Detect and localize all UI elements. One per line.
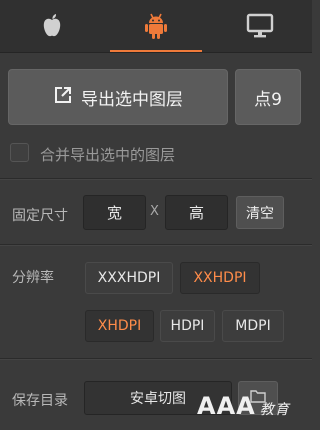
dpi-option-xxxhdpi[interactable]: XXXHDPI [85, 262, 173, 294]
export-icon [53, 85, 73, 110]
android-icon [144, 12, 168, 40]
watermark-logo: AAA 教育 [197, 392, 290, 420]
fixed-size-label: 固定尺寸 [12, 208, 68, 224]
resolution-label: 分辨率 [12, 270, 54, 286]
monitor-icon [246, 13, 274, 39]
export-button-label: 导出选中图层 [81, 89, 183, 110]
divider [0, 178, 312, 180]
tab-android[interactable] [104, 0, 208, 52]
tab-ios[interactable] [0, 0, 104, 52]
width-input[interactable]: 宽 [83, 195, 146, 230]
size-separator: X [150, 204, 159, 219]
clear-button[interactable]: 清空 [236, 196, 284, 229]
platform-tabs [0, 0, 312, 53]
export-selected-button[interactable]: 导出选中图层 [8, 69, 228, 125]
dpi-option-xhdpi[interactable]: XHDPI [85, 310, 154, 342]
save-dir-label: 保存目录 [12, 393, 68, 409]
dpi-option-xxhdpi[interactable]: XXHDPI [180, 262, 260, 294]
merge-layers-checkbox[interactable] [10, 143, 29, 162]
merge-layers-label: 合并导出选中的图层 [40, 146, 176, 164]
tab-desktop[interactable] [208, 0, 312, 52]
height-input[interactable]: 高 [165, 195, 228, 230]
apple-icon [41, 13, 63, 39]
divider [0, 358, 312, 360]
dpi-option-hdpi[interactable]: HDPI [160, 310, 215, 342]
dpi-option-mdpi[interactable]: MDPI [222, 310, 284, 342]
divider [0, 244, 312, 246]
dot9-button[interactable]: 点9 [235, 69, 301, 125]
